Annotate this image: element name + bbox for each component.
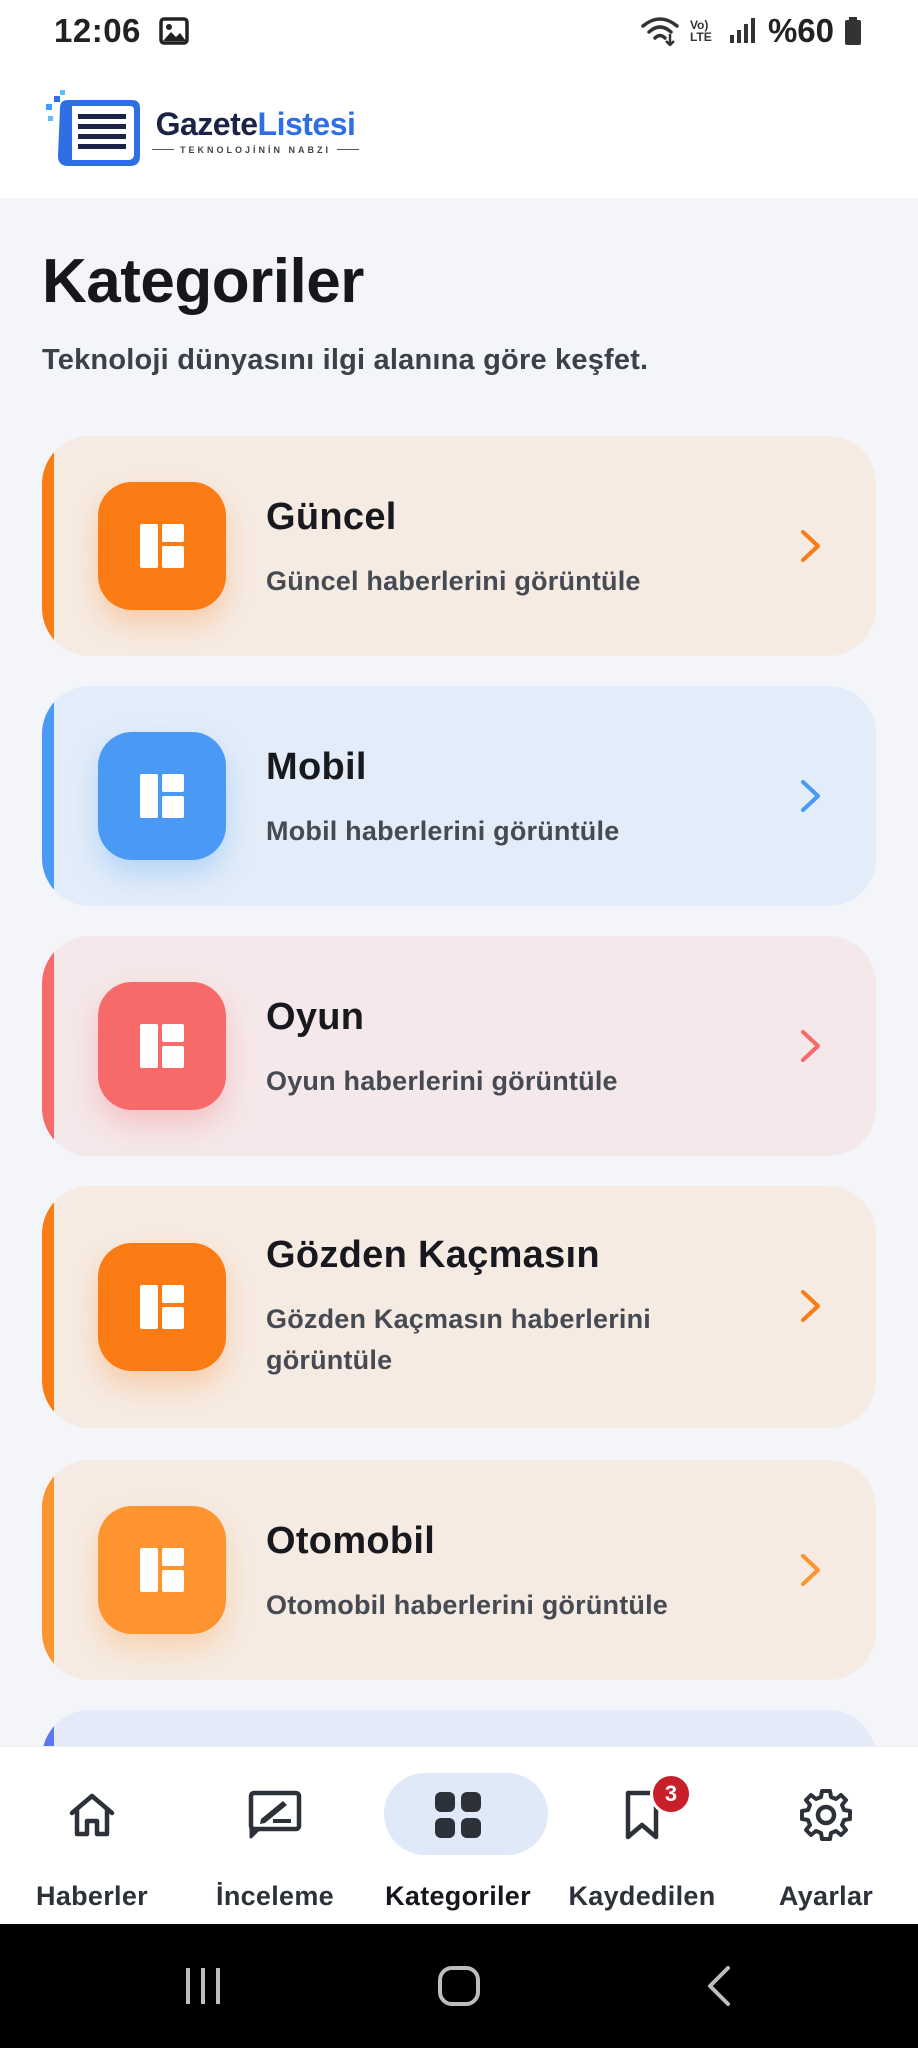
nav-item-ayarlar[interactable]: Ayarlar bbox=[734, 1747, 918, 1925]
category-card-oyun[interactable]: Oyun Oyun haberlerini görüntüle bbox=[42, 936, 876, 1156]
category-title: Gözden Kaçmasın bbox=[266, 1234, 600, 1276]
logo-wordmark-part1: Gazete bbox=[155, 105, 258, 142]
category-title: Güncel bbox=[266, 496, 397, 538]
dashboard-icon bbox=[140, 1024, 184, 1068]
recent-apps-button[interactable] bbox=[180, 1962, 226, 2010]
dashboard-icon bbox=[140, 524, 184, 568]
category-title: Otomobil bbox=[266, 1520, 436, 1562]
category-description: Güncel haberlerini görüntüle bbox=[266, 566, 641, 596]
dashboard-icon bbox=[140, 1285, 184, 1329]
nav-item-kaydedilen[interactable]: 3 Kaydedilen bbox=[550, 1747, 734, 1925]
signal-icon bbox=[729, 18, 755, 43]
gear-icon bbox=[800, 1789, 852, 1841]
category-card-guncel[interactable]: Güncel Güncel haberlerini görüntüle bbox=[42, 436, 876, 656]
grid-icon bbox=[435, 1792, 481, 1838]
category-title: Oyun bbox=[266, 996, 365, 1038]
home-button[interactable] bbox=[436, 1962, 482, 2010]
system-navigation-bar bbox=[0, 1924, 918, 2048]
home-icon bbox=[69, 1793, 115, 1837]
card-accent-bar bbox=[42, 436, 54, 656]
nav-label: İnceleme bbox=[216, 1881, 334, 1911]
nav-label: Kategoriler bbox=[385, 1881, 531, 1911]
logo-tagline: TEKNOLOJİNİN NABZI bbox=[152, 145, 359, 155]
dashboard-icon bbox=[140, 774, 184, 818]
nav-item-kategoriler[interactable]: Kategoriler bbox=[366, 1747, 550, 1925]
chevron-right-icon bbox=[801, 530, 820, 562]
category-card-partial[interactable] bbox=[42, 1710, 876, 1746]
category-icon-container bbox=[98, 982, 226, 1110]
category-icon-container bbox=[98, 482, 226, 610]
category-description: Otomobil haberlerini görüntüle bbox=[266, 1590, 669, 1620]
chevron-right-icon bbox=[801, 1290, 820, 1322]
category-description: Oyun haberlerini görüntüle bbox=[266, 1066, 618, 1096]
review-icon bbox=[248, 1790, 302, 1839]
main-content[interactable]: Kategoriler Teknoloji dünyasını ilgi ala… bbox=[0, 198, 918, 1746]
card-accent-bar bbox=[42, 1186, 54, 1428]
category-description: Mobil haberlerini görüntüle bbox=[266, 816, 620, 846]
card-accent-bar bbox=[42, 686, 54, 906]
app-screen: 12:06 Vo) LTE %60 GazeteListesi TEKNOLOJ… bbox=[0, 0, 918, 2048]
dashboard-icon bbox=[140, 1548, 184, 1592]
battery-icon bbox=[845, 17, 861, 45]
nav-label: Haberler bbox=[36, 1881, 148, 1911]
back-button[interactable] bbox=[700, 1962, 740, 2010]
gallery-notification-icon bbox=[159, 17, 189, 45]
logo-wordmark: GazeteListesi bbox=[156, 106, 356, 143]
category-card-gozden-kacmasin[interactable]: Gözden Kaçmasın Gözden Kaçmasın haberler… bbox=[42, 1186, 876, 1428]
card-accent-bar bbox=[42, 1710, 54, 1746]
nav-label: Ayarlar bbox=[778, 1881, 874, 1911]
page-title: Kategoriler bbox=[42, 247, 364, 316]
category-title: Mobil bbox=[266, 746, 367, 788]
category-card-otomobil[interactable]: Otomobil Otomobil haberlerini görüntüle bbox=[42, 1460, 876, 1680]
chevron-right-icon bbox=[801, 1554, 820, 1586]
status-time: 12:06 bbox=[54, 12, 141, 49]
card-accent-bar bbox=[42, 1460, 54, 1680]
wifi-icon bbox=[641, 17, 679, 46]
status-bar: 12:06 Vo) LTE %60 bbox=[0, 0, 918, 62]
volte-text: Vo) LTE bbox=[689, 18, 712, 44]
card-accent-bar bbox=[42, 936, 54, 1156]
saved-count-badge: 3 bbox=[650, 1773, 692, 1815]
nav-label: Kaydedilen bbox=[568, 1881, 716, 1911]
page-subtitle: Teknoloji dünyasını ilgi alanına göre ke… bbox=[42, 344, 649, 376]
category-icon-container bbox=[98, 1243, 226, 1371]
app-header: GazeteListesi TEKNOLOJİNİN NABZI bbox=[0, 62, 918, 198]
category-icon-container bbox=[98, 732, 226, 860]
nav-item-inceleme[interactable]: İnceleme bbox=[183, 1747, 367, 1925]
volte-indicator: Vo) LTE bbox=[690, 19, 718, 43]
bottom-navigation: Haberler İnceleme Kategoriler 3 Kaydedil… bbox=[0, 1746, 918, 1924]
app-logo[interactable]: GazeteListesi TEKNOLOJİNİN NABZI bbox=[46, 90, 359, 170]
nav-item-haberler[interactable]: Haberler bbox=[0, 1747, 184, 1925]
category-card-mobil[interactable]: Mobil Mobil haberlerini görüntüle bbox=[42, 686, 876, 906]
battery-percentage: %60 bbox=[767, 12, 834, 49]
newspaper-logo-icon bbox=[46, 90, 140, 166]
category-icon-container bbox=[98, 1506, 226, 1634]
logo-wordmark-part2: Listesi bbox=[257, 105, 356, 142]
chevron-right-icon bbox=[801, 1030, 820, 1062]
category-description: Gözden Kaçmasın haberlerini görüntüle bbox=[266, 1304, 652, 1375]
chevron-right-icon bbox=[801, 780, 820, 812]
